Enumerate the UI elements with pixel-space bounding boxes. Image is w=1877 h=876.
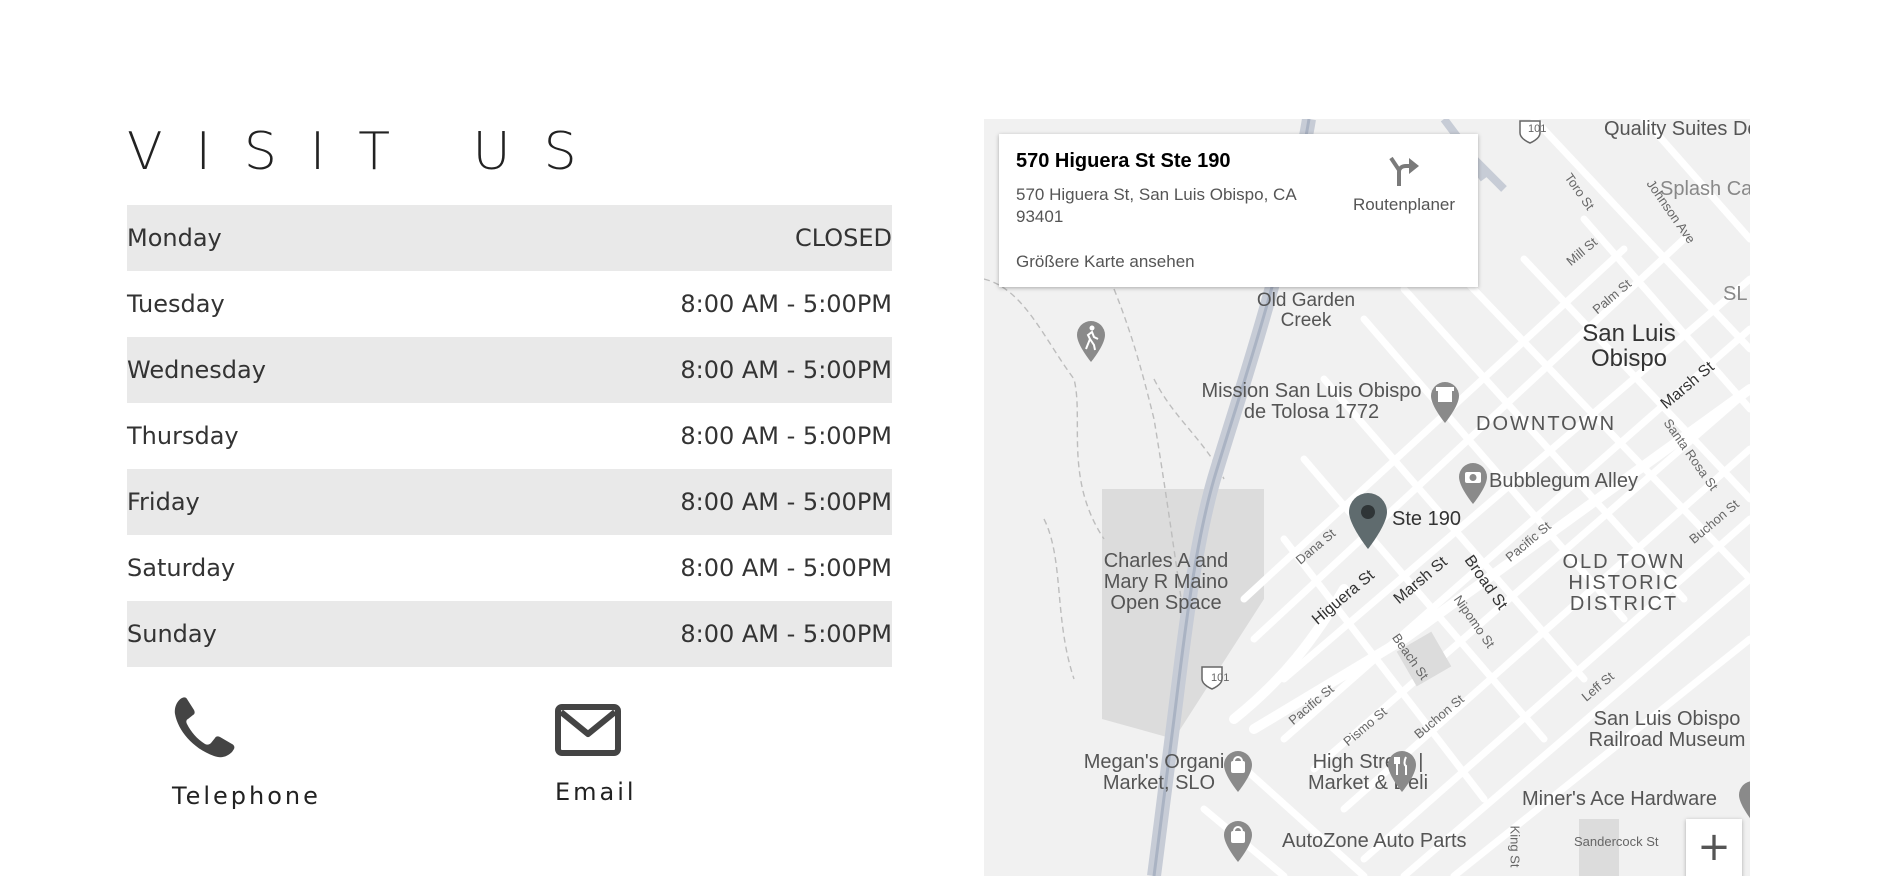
hours-row: Friday 8:00 AM - 5:00PM (127, 469, 892, 535)
place-mission: Mission San Luis Obispo de Tolosa 1772 (1201, 380, 1422, 423)
place-megans-market: Megan's Organic Market, SLO (1083, 751, 1235, 794)
place-quality-suites: Quality Suites Do San Lu (1604, 119, 1750, 140)
location-marker-icon[interactable] (1346, 491, 1390, 551)
directions-label[interactable]: Routenplaner (1339, 195, 1469, 215)
place-old-garden-creek: Old Garden Creek (1256, 290, 1356, 331)
street-sandercock: Sandercock St (1574, 834, 1659, 849)
place-slo-partial: SL (1723, 283, 1748, 305)
day-label: Friday (127, 488, 200, 516)
larger-map-link[interactable]: Größere Karte ansehen (1016, 252, 1195, 272)
hours-row: Monday CLOSED (127, 205, 892, 271)
day-label: Tuesday (127, 290, 225, 318)
place-charles-maino: Charles A and Mary R Maino Open Space (1103, 550, 1229, 614)
hours-value: CLOSED (794, 224, 892, 252)
place-old-town: OLD TOWN HISTORIC DISTRICT (1562, 551, 1686, 615)
hwy-101-south-label: 101 (1211, 672, 1230, 684)
place-splash: Splash Ca (1660, 178, 1750, 200)
place-san-luis-obispo: San Luis Obispo (1582, 320, 1676, 373)
place-downtown: DOWNTOWN (1476, 413, 1617, 435)
hours-row: Wednesday 8:00 AM - 5:00PM (127, 337, 892, 403)
place-name: 570 Higuera St Ste 190 (1016, 150, 1231, 172)
day-label: Wednesday (127, 356, 266, 384)
email-label[interactable]: Email (555, 778, 637, 806)
hours-row: Tuesday 8:00 AM - 5:00PM (127, 271, 892, 337)
place-miners-hardware: Miner's Ace Hardware (1522, 788, 1717, 810)
map-info-card: 570 Higuera St Ste 190 570 Higuera St, S… (999, 134, 1478, 287)
phone-icon[interactable] (172, 694, 236, 760)
hours-value: 8:00 AM - 5:00PM (680, 422, 892, 450)
hours-row: Saturday 8:00 AM - 5:00PM (127, 535, 892, 601)
directions-icon[interactable] (1387, 154, 1421, 188)
day-label: Sunday (127, 620, 217, 648)
restaurant-icon[interactable] (1385, 749, 1419, 793)
hours-table: Monday CLOSED Tuesday 8:00 AM - 5:00PM W… (127, 205, 892, 667)
landmark-icon[interactable] (1428, 380, 1462, 424)
place-address: 570 Higuera St, San Luis Obispo, CA 9340… (1016, 185, 1296, 226)
hiking-icon[interactable] (1074, 319, 1108, 363)
telephone-label[interactable]: Telephone (172, 782, 321, 810)
street-king: King St (1507, 825, 1523, 868)
envelope-icon[interactable] (555, 704, 621, 758)
marker-label: Ste 190 (1392, 508, 1461, 530)
hours-row: Sunday 8:00 AM - 5:00PM (127, 601, 892, 667)
shopping-bag-icon[interactable] (1736, 779, 1750, 823)
day-label: Saturday (127, 554, 236, 582)
zoom-in-button[interactable]: + (1686, 819, 1742, 876)
place-railroad-museum: San Luis Obispo Railroad Museum (1588, 708, 1746, 751)
hwy-101-north-label: 101 (1528, 123, 1547, 135)
shopping-bag-icon[interactable] (1221, 819, 1255, 863)
hours-value: 8:00 AM - 5:00PM (680, 356, 892, 384)
hours-value: 8:00 AM - 5:00PM (680, 554, 892, 582)
hours-value: 8:00 AM - 5:00PM (680, 488, 892, 516)
camera-icon[interactable] (1456, 461, 1490, 505)
hours-row: Thursday 8:00 AM - 5:00PM (127, 403, 892, 469)
telephone-contact[interactable]: Telephone (172, 694, 321, 810)
day-label: Monday (127, 224, 222, 252)
hours-value: 8:00 AM - 5:00PM (680, 290, 892, 318)
embedded-map[interactable]: 101 101 Quality Suites Do San Lu Splash … (984, 119, 1750, 876)
email-contact[interactable]: Email (555, 694, 637, 806)
directions-button[interactable]: Routenplaner (1339, 154, 1469, 215)
day-label: Thursday (127, 422, 239, 450)
place-autozone: AutoZone Auto Parts (1282, 830, 1467, 852)
shopping-bag-icon[interactable] (1221, 749, 1255, 793)
page-title: VISIT US (127, 122, 610, 182)
hours-value: 8:00 AM - 5:00PM (680, 620, 892, 648)
place-bubblegum-alley: Bubblegum Alley (1489, 470, 1638, 492)
